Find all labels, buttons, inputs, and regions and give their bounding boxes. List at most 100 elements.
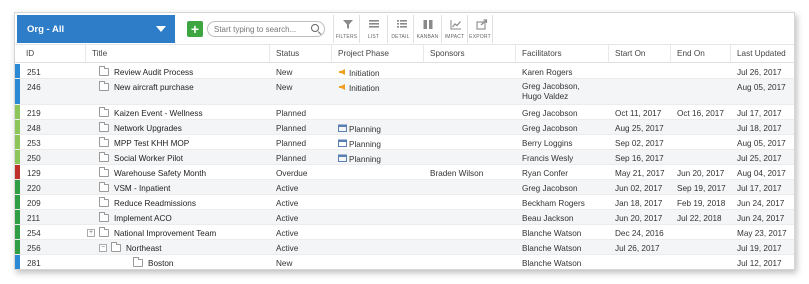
table-row[interactable]: 211 Implement ACO Active Beau Jackson Jun 20… [15,210,794,225]
last-updated-date: Jul 17, 2017 [737,109,782,118]
project-title-link[interactable]: Northeast [126,244,162,253]
status-text: Planned [276,154,307,163]
status-text: New [276,68,293,77]
project-id: 253 [27,139,41,148]
project-title-link[interactable]: Boston [148,259,174,268]
status-color-bar [15,105,20,119]
expand-icon[interactable]: + [87,229,95,237]
list-view-button[interactable]: LIST [359,15,387,43]
last-updated-date: Aug 05, 2017 [737,83,786,92]
table-row[interactable]: 246 New aircraft purchase New Initiation Gre… [15,79,794,105]
table-row[interactable]: 251 Review Audit Process New Initiation Kare… [15,64,794,79]
export-button[interactable]: EXPORT [467,15,493,43]
last-updated-date: Jul 19, 2017 [737,244,782,253]
project-phase: Initiation [338,83,380,93]
table-row[interactable]: 219 Kaizen Event - Wellness Planned Greg Ja… [15,105,794,120]
project-phase-label: Initiation [349,69,380,78]
project-title-link[interactable]: National Improvement Team [114,229,216,238]
project-title-link[interactable]: Implement ACO [114,214,172,223]
detail-view-button[interactable]: DETAIL [387,15,413,43]
column-header-facilitators[interactable]: Facilitators [516,45,609,63]
org-select-dropdown[interactable]: Org - All [17,15,175,43]
impact-view-button[interactable]: IMPACT [441,15,467,43]
table-row[interactable]: 256 − Northeast Active Blanche Watson Jul 26,… [15,240,794,255]
project-title-link[interactable]: Warehouse Safety Month [114,169,206,178]
last-updated-date: Jun 24, 2017 [737,214,785,223]
table-row[interactable]: 250 Social Worker Pilot Planned Planning Fra… [15,150,794,165]
org-select-label: Org - All [27,23,65,35]
project-id: 256 [27,244,41,253]
column-header-id[interactable]: ID [20,45,86,63]
folder-icon [133,257,143,267]
table-row[interactable]: 220 VSM - Inpatient Active Greg Jacobson Jun… [15,180,794,195]
list-icon [369,20,379,28]
facilitator-name: Greg Jacobson [522,124,578,133]
status-color-bar [15,255,20,269]
status-text: Active [276,184,299,193]
column-header-status[interactable]: Status [270,45,332,63]
export-icon [476,19,488,30]
filters-button[interactable]: FILTERS [333,15,359,43]
facilitators: Greg Jacobson [522,109,578,118]
facilitator-name: Beckham Rogers [522,199,585,208]
last-updated-date: Jul 26, 2017 [737,68,782,77]
impact-label: IMPACT [444,34,465,40]
chart-icon [450,20,461,30]
facilitator-name: Greg Jacobson [522,109,578,118]
project-phase: Planning [338,154,381,164]
folder-icon [99,137,109,147]
calendar-icon [338,139,347,149]
facilitators: Blanche Watson [522,259,581,268]
folder-icon [99,66,109,76]
view-tools: FILTERS LIST DETAIL KANBAN IMPACT EXPORT [333,15,493,43]
facilitators: Greg Jacobson [522,124,578,133]
kanban-icon [423,20,433,29]
detail-icon [397,20,407,28]
table-row[interactable]: 129 Warehouse Safety Month Overdue Braden W… [15,165,794,180]
table-row[interactable]: 253 MPP Test KHH MOP Planned Planning Berry … [15,135,794,150]
folder-icon [99,182,109,192]
facilitators: Francis Wesly [522,154,573,163]
table-row[interactable]: 209 Reduce Readmissions Active Beckham Roge… [15,195,794,210]
folder-icon [99,107,109,117]
facilitator-name: Ryan Confer [522,169,568,178]
project-id: 211 [27,214,41,223]
column-header-title[interactable]: Title [86,45,270,63]
filter-icon [343,20,353,29]
column-header-last-updated[interactable]: Last Updated [731,45,794,63]
project-phase: Planning [338,124,381,134]
project-title-link[interactable]: Review Audit Process [114,68,193,77]
sponsor-name: Braden Wilson [430,169,484,178]
project-title-link[interactable]: New aircraft purchase [114,83,194,92]
project-title-link[interactable]: VSM - Inpatient [114,184,170,193]
folder-icon [99,81,109,91]
column-header-project-phase[interactable]: Project Phase [332,45,424,63]
status-color-bar [15,180,20,194]
project-title-link[interactable]: MPP Test KHH MOP [114,139,189,148]
project-phase: Initiation [338,68,380,78]
start-date: Oct 11, 2017 [615,109,662,118]
add-project-button[interactable]: + [187,21,203,37]
project-title-link[interactable]: Kaizen Event - Wellness [114,109,203,118]
table-header: ID Title Status Project Phase Sponsors F… [15,45,794,63]
facilitators: Greg Jacobson [522,184,578,193]
column-header-sponsors[interactable]: Sponsors [424,45,516,63]
table-row[interactable]: 248 Network Upgrades Planned Planning Greg J… [15,120,794,135]
list-label: LIST [367,34,380,40]
project-title-link[interactable]: Social Worker Pilot [114,154,183,163]
start-date: Aug 25, 2017 [615,124,664,133]
project-title-link[interactable]: Network Upgrades [114,124,182,133]
column-header-end-on[interactable]: End On [671,45,731,63]
search-icon[interactable] [311,24,319,32]
calendar-icon [338,154,347,164]
table-row[interactable]: 281 Boston New Blanche Watson Jul 12, 2017 [15,255,794,269]
project-id: 254 [27,229,41,238]
kanban-view-button[interactable]: KANBAN [413,15,441,43]
collapse-icon[interactable]: − [99,244,107,252]
table-row[interactable]: 254 + National Improvement Team Active Blanc… [15,225,794,240]
column-header-start-on[interactable]: Start On [609,45,671,63]
status-text: Active [276,229,299,238]
search-input[interactable] [207,21,325,37]
facilitator-name: Blanche Watson [522,259,582,268]
project-title-link[interactable]: Reduce Readmissions [114,199,196,208]
